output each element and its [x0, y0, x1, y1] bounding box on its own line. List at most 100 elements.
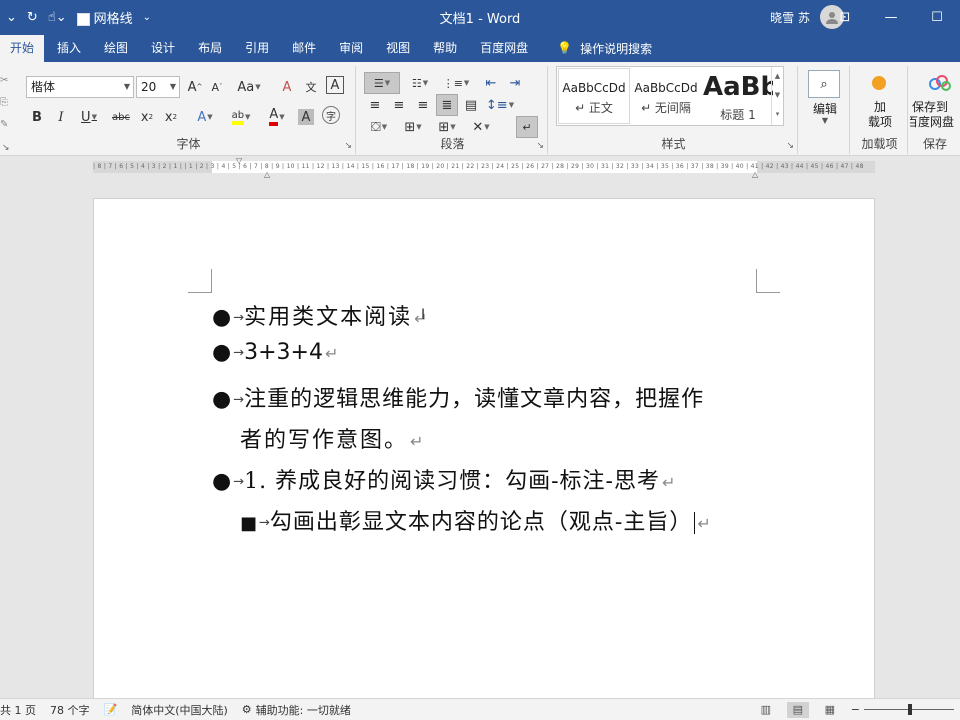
tab-help[interactable]: 帮助 [423, 34, 467, 62]
list-item[interactable]: ●→注重的逻辑思维能力，读懂文章内容，把握作 [212, 381, 704, 413]
save-dropdown-icon[interactable]: ⌄ [6, 10, 17, 25]
sub-list-item[interactable]: ■→勾画出彰显文本内容的论点（观点-主旨） ↵ [240, 504, 711, 536]
tab-insert[interactable]: 插入 [47, 34, 91, 62]
page-count[interactable]: 共 1 页 [0, 702, 36, 718]
align-right-icon: ≡ [417, 97, 429, 113]
underline-button[interactable]: U ▼ [74, 106, 104, 128]
text-effects-button[interactable]: A ▼ [190, 106, 220, 128]
tab-view[interactable]: 视图 [376, 34, 420, 62]
list-item[interactable]: ●→实用类文本阅读 ↵ [212, 299, 428, 331]
list-item[interactable]: ●→3+3+4 ↵ [212, 340, 338, 365]
word-count[interactable]: 78 个字 [50, 702, 90, 718]
tab-arrow-icon: → [233, 345, 245, 361]
character-shading-button[interactable]: A [298, 109, 314, 125]
distributed-button[interactable]: ▤ [460, 94, 482, 116]
list-item[interactable]: ●→1. 养成良好的阅读习惯：勾画-标注-思考 ↵ [212, 463, 675, 495]
strikethrough-button[interactable]: abc [108, 106, 134, 128]
language-status[interactable]: 简体中文(中国大陆) [131, 702, 228, 718]
bullets-button[interactable]: ☰ ▼ [364, 72, 400, 94]
italic-button[interactable]: I [50, 106, 72, 128]
paragraph-dialog-launcher-icon[interactable]: ↘ [536, 141, 544, 151]
clear-format-button[interactable]: A [276, 76, 298, 98]
enclose-characters-button[interactable]: 字 [322, 106, 340, 124]
align-center-button[interactable]: ≡ [388, 94, 410, 116]
highlight-button[interactable]: ab ▼ [224, 106, 258, 128]
accessibility-status[interactable]: ⚙ 辅助功能: 一切就绪 [242, 702, 351, 718]
zoom-out-icon[interactable]: − [851, 703, 860, 716]
print-layout-icon[interactable]: ▤ [786, 701, 809, 718]
font-name-combo[interactable]: 楷体 ▼ [26, 76, 134, 98]
numbering-button[interactable]: ☷ ▼ [404, 72, 436, 94]
tab-layout[interactable]: 布局 [188, 34, 232, 62]
shrink-font-button[interactable]: Aˇ [206, 76, 228, 98]
addins-button[interactable]: 加载项 [852, 100, 908, 130]
page[interactable]: ●→实用类文本阅读 ↵ I ●→3+3+4 ↵ ●→注重的逻辑思维能力，读懂文章内容… [93, 198, 875, 698]
styles-scroll[interactable]: ▲ ▼ ▾ [771, 67, 783, 125]
minimize-icon[interactable]: — [868, 0, 914, 34]
superscript-button[interactable]: x2 [160, 106, 182, 128]
proofing-icon[interactable]: 📝 [104, 703, 118, 716]
gridlines-toggle[interactable]: 网格线 [76, 8, 133, 27]
save-to-baidu-button[interactable]: 保存到 百度网盘 [910, 100, 960, 130]
horizontal-ruler[interactable]: | 8 | 7 | 6 | 5 | 4 | 3 | 2 | 1 | | 1 | … [0, 156, 960, 179]
web-layout-icon[interactable]: ▦ [819, 702, 841, 718]
shrink-font-icon: A [211, 80, 220, 94]
style-no-spacing[interactable]: AaBbCcDd ↵ 无间隔 [631, 69, 701, 123]
clipboard-launcher-icon[interactable]: ↘ [2, 143, 10, 153]
style-normal[interactable]: AaBbCcDd ↵ 正文 [558, 68, 630, 124]
tell-me-search[interactable]: 💡 操作说明搜索 [557, 34, 652, 62]
increase-indent-button[interactable]: ⇥ [504, 72, 526, 94]
first-line-indent-icon[interactable]: ▽ [236, 156, 242, 165]
list-item-text: 者的写作意图。 [240, 428, 409, 453]
character-border-button[interactable]: A [326, 76, 344, 94]
chevron-down-icon: ▼ [169, 82, 176, 91]
font-group-label: 字体 [176, 137, 201, 151]
tab-references[interactable]: 引用 [235, 34, 279, 62]
read-mode-icon[interactable]: ▥ [755, 702, 777, 718]
redo-icon[interactable]: ↻ [27, 10, 38, 25]
search-icon[interactable]: ⌕ [808, 70, 840, 98]
tab-review[interactable]: 审阅 [329, 34, 373, 62]
editing-button[interactable]: 编辑 [800, 100, 850, 117]
tab-design[interactable]: 设计 [141, 34, 185, 62]
multilevel-list-icon: ⋮≡ [442, 76, 463, 90]
align-right-button[interactable]: ≡ [412, 94, 434, 116]
tab-draw[interactable]: 绘图 [94, 34, 138, 62]
save-group: 保存到 百度网盘 保存 [910, 66, 960, 154]
zoom-track[interactable] [864, 704, 954, 715]
multilevel-list-button[interactable]: ⋮≡ ▼ [440, 72, 472, 94]
phonetic-guide-button[interactable]: 文 [300, 76, 322, 98]
maximize-icon[interactable]: ☐ [914, 0, 960, 34]
font-size-combo[interactable]: 20 ▼ [136, 76, 180, 98]
align-left-button[interactable]: ≡ [364, 94, 386, 116]
bold-button[interactable]: B [26, 106, 48, 128]
gridlines-checkbox[interactable] [76, 12, 90, 26]
grow-font-button[interactable]: A ^ [184, 76, 206, 98]
change-case-button[interactable]: Aa ▼ [234, 76, 264, 98]
subscript-button[interactable]: x2 [136, 106, 158, 128]
tab-baidu-netdisk[interactable]: 百度网盘 [470, 34, 538, 62]
zoom-knob[interactable] [908, 704, 912, 715]
touch-mode-icon[interactable]: ☝⌄ [48, 10, 67, 25]
style-heading-1[interactable]: AaBb 标题 1 [703, 69, 773, 123]
decrease-indent-button[interactable]: ⇤ [480, 72, 502, 94]
zoom-slider[interactable]: − [851, 703, 954, 716]
font-dialog-launcher-icon[interactable]: ↘ [344, 141, 352, 151]
style-preview: AaBb [703, 72, 773, 102]
font-color-button[interactable]: A ▼ [262, 106, 292, 128]
tab-mailings[interactable]: 邮件 [282, 34, 326, 62]
addins-icon[interactable] [872, 76, 886, 90]
justify-icon: ≣ [441, 97, 453, 113]
tab-home[interactable]: 开始 [0, 35, 45, 62]
customize-toolbar-icon[interactable]: ⌄ [143, 12, 151, 23]
line-spacing-icon: ↕≡ [485, 97, 508, 113]
styles-dialog-launcher-icon[interactable]: ↘ [786, 141, 794, 151]
clipboard-partial[interactable]: ✂ ⎘ ✎ [0, 70, 8, 136]
cloud-icon[interactable] [928, 74, 952, 92]
increase-indent-icon: ⇥ [509, 75, 521, 91]
line-spacing-button[interactable]: ↕≡ ▼ [484, 94, 516, 116]
justify-button[interactable]: ≣ [436, 94, 458, 116]
list-item-continuation[interactable]: 者的写作意图。 ↵ [240, 422, 423, 454]
ribbon-display-icon[interactable]: ⊡ [822, 0, 868, 34]
tell-me-label: 操作说明搜索 [580, 41, 653, 56]
